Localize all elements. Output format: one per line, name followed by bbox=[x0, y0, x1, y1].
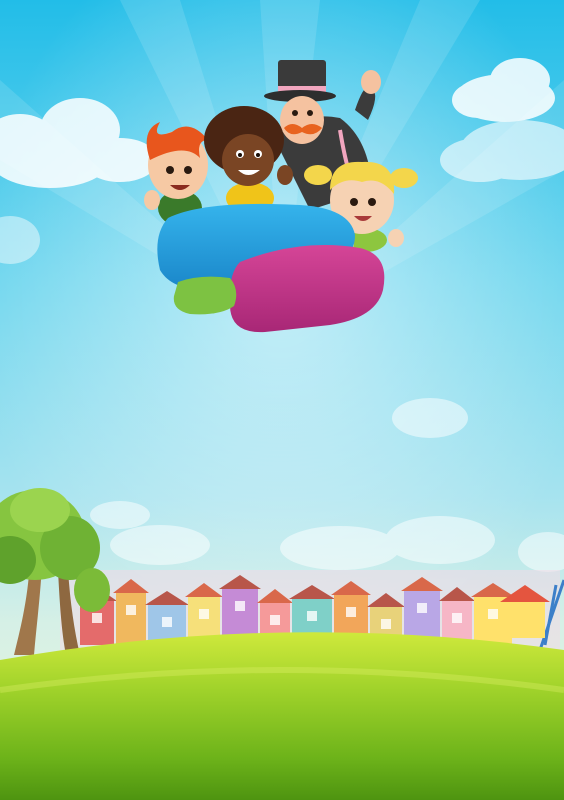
town-house-window bbox=[162, 617, 172, 627]
town-house-window bbox=[270, 615, 280, 625]
town-house bbox=[116, 593, 146, 645]
playhouse bbox=[505, 600, 545, 638]
grass-hill bbox=[0, 632, 564, 800]
town-house-window bbox=[307, 611, 317, 621]
town-house-window bbox=[235, 601, 245, 611]
town-house-window bbox=[199, 609, 209, 619]
kids-show-poster bbox=[0, 0, 564, 800]
town-house-window bbox=[381, 619, 391, 629]
town-house-window bbox=[92, 613, 102, 623]
town-house-window bbox=[417, 603, 427, 613]
poster-artwork bbox=[0, 0, 564, 800]
town-house-window bbox=[346, 607, 356, 617]
town-house-window bbox=[452, 613, 462, 623]
logo-green-blob bbox=[173, 276, 237, 315]
town-house-window bbox=[126, 605, 136, 615]
town-house-window bbox=[488, 609, 498, 619]
